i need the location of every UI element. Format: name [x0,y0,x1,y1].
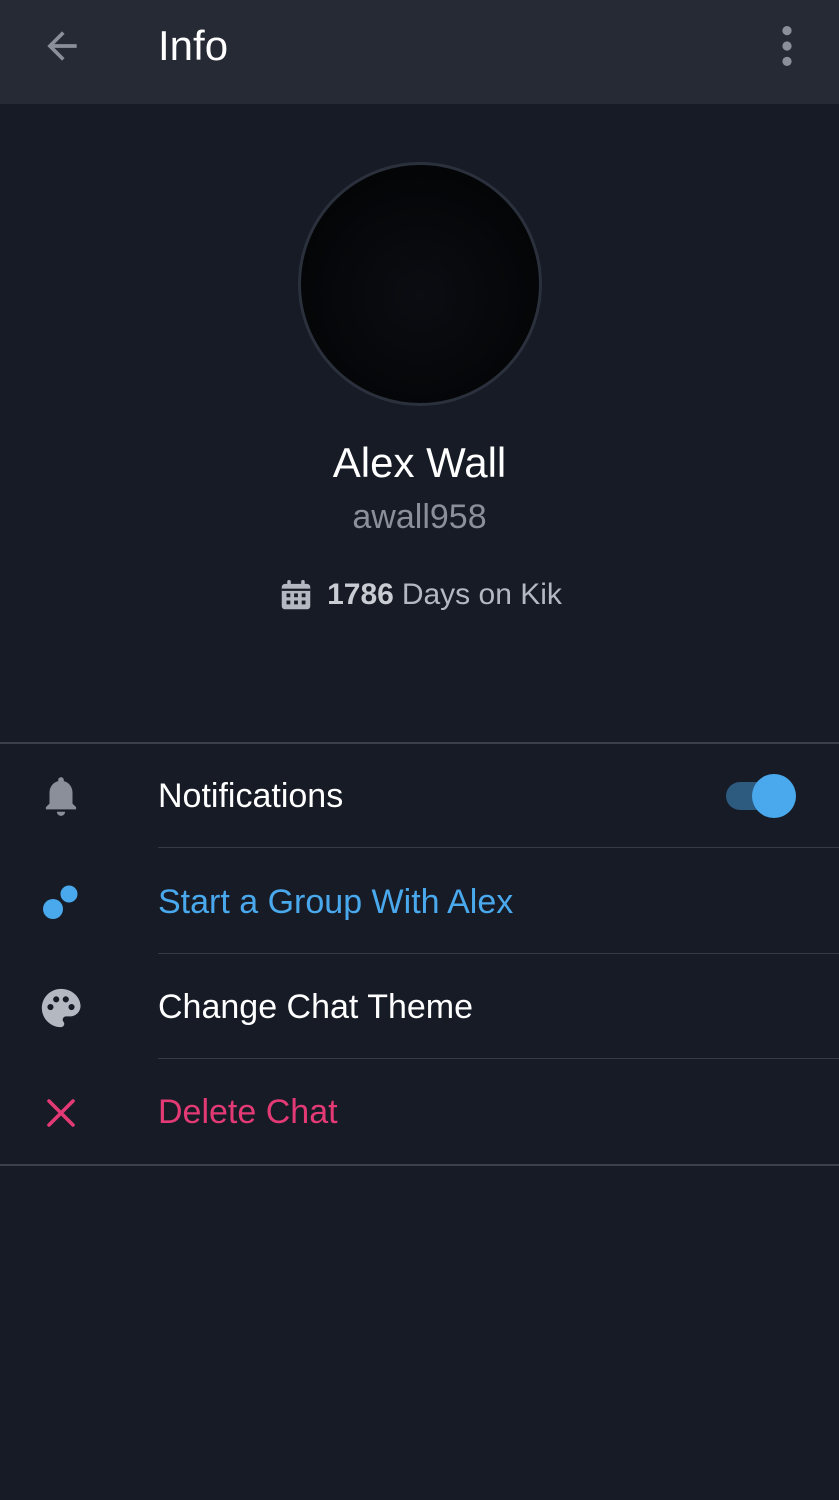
calendar-icon [277,576,315,614]
avatar[interactable] [298,162,542,406]
arrow-left-icon [47,31,77,61]
menu-item-delete-chat[interactable]: Delete Chat [0,1060,839,1164]
change-theme-label: Change Chat Theme [158,988,474,1026]
menu-item-change-theme[interactable]: Change Chat Theme [0,955,839,1059]
page-title: Info [158,22,229,69]
days-on-kik: 1786 Days on Kik [0,574,839,616]
palette-icon [36,983,86,1033]
app-bar: Info [0,0,839,104]
delete-chat-label: Delete Chat [158,1093,338,1131]
more-options-button[interactable] [764,20,810,72]
close-icon [36,1088,86,1138]
username: awall958 [352,498,487,536]
divider [158,847,839,848]
days-count: 1786 [327,578,394,611]
display-name: Alex Wall [332,439,507,486]
back-button[interactable] [36,20,88,72]
bell-icon [36,772,86,822]
notifications-toggle[interactable] [724,774,800,818]
start-group-label: Start a Group With Alex [158,883,514,921]
divider [0,1164,839,1166]
divider [158,1058,839,1059]
group-icon [36,878,86,928]
more-vertical-icon [782,25,792,67]
notifications-label: Notifications [158,777,344,815]
divider [158,953,839,954]
menu-item-notifications[interactable]: Notifications [0,744,839,848]
days-suffix: Days on Kik [401,578,562,611]
toggle-knob [752,774,796,818]
menu-item-start-group[interactable]: Start a Group With Alex [0,850,839,954]
